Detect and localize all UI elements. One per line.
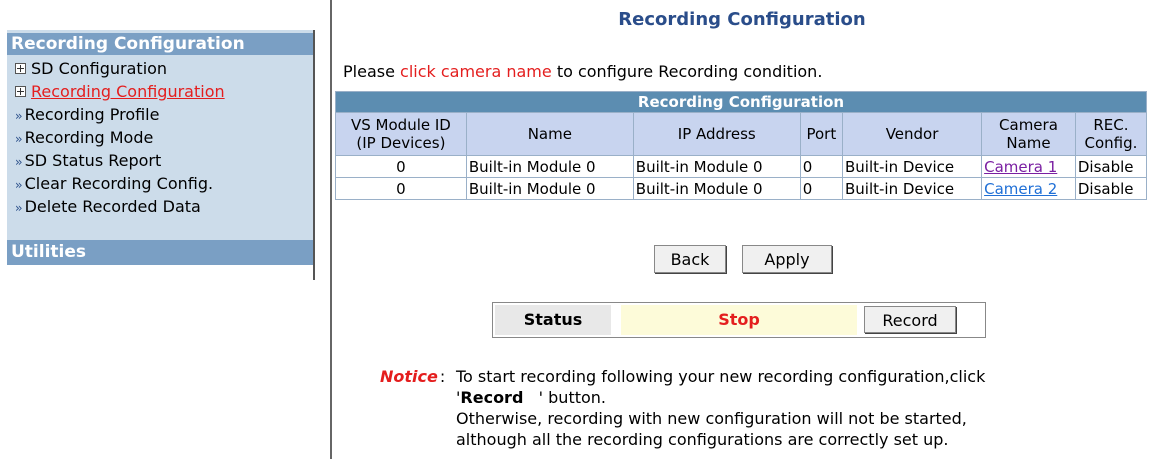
cell-name: Built-in Module 0: [465, 155, 634, 178]
instruction-prefix: Please: [343, 62, 401, 81]
double-arrow-icon: ››: [15, 132, 22, 146]
col-header-ip: IP Address: [632, 112, 801, 156]
recording-config-table: Recording Configuration VS Module ID (IP …: [335, 91, 1148, 200]
notice-label: Notice: [380, 367, 438, 386]
cell-camera: Camera 1: [981, 155, 1076, 178]
camera-2-link[interactable]: Camera 2: [984, 180, 1057, 198]
cell-port: 0: [799, 155, 843, 178]
notice-colon: :: [439, 367, 446, 386]
apply-button[interactable]: Apply: [742, 245, 832, 273]
instruction-text: Please click camera name to configure Re…: [343, 62, 822, 81]
sidebar-utilities-header[interactable]: Utilities: [7, 240, 313, 265]
col-header-vs-module: VS Module ID (IP Devices): [335, 112, 467, 156]
status-label: Status: [495, 305, 611, 335]
page-title: Recording Configuration: [618, 9, 866, 30]
double-arrow-icon: ››: [15, 155, 22, 169]
status-value: Stop: [621, 305, 857, 335]
sidebar-item-recording-configuration[interactable]: Recording Configuration: [15, 80, 313, 103]
double-arrow-icon: ››: [15, 201, 22, 215]
cell-rec-config: Disable: [1074, 155, 1148, 178]
table-row: 0 Built-in Module 0 Built-in Module 0 0 …: [335, 177, 1148, 200]
double-arrow-icon: ››: [15, 109, 22, 123]
sidebar-item-delete-recorded-data[interactable]: ›› Delete Recorded Data: [15, 195, 313, 218]
notice-line-4: although all the recording configuration…: [456, 430, 949, 449]
camera-1-link[interactable]: Camera 1: [984, 158, 1057, 176]
cell-vs-module-id: 0: [335, 177, 467, 200]
notice-record-keyword: Record: [460, 388, 524, 407]
cell-vendor: Built-in Device: [841, 177, 983, 200]
double-arrow-icon: ››: [15, 178, 22, 192]
notice-line-3: Otherwise, recording with new configurat…: [456, 409, 967, 428]
notice-block: Notice: To start recording following you…: [380, 366, 985, 449]
sidebar-item-label: SD Status Report: [24, 151, 162, 170]
cell-camera: Camera 2: [981, 177, 1076, 200]
col-header-rec-config: REC. Config.: [1074, 112, 1148, 156]
notice-line-2: 'Record ' button.: [456, 388, 607, 407]
sidebar-item-label: Recording Mode: [24, 128, 154, 147]
sidebar-item-label: Delete Recorded Data: [24, 197, 201, 216]
table-header-row: VS Module ID (IP Devices) Name IP Address…: [335, 112, 1148, 156]
cell-vendor: Built-in Device: [841, 155, 983, 178]
instruction-highlight: click camera name: [400, 62, 552, 81]
expand-plus-icon: [15, 86, 26, 97]
sidebar-item-sd-status-report[interactable]: ›› SD Status Report: [15, 149, 313, 172]
sidebar-item-recording-profile[interactable]: ›› Recording Profile: [15, 103, 313, 126]
expand-plus-icon: [15, 63, 26, 74]
col-header-camera-name: Camera Name: [981, 112, 1076, 156]
col-header-port: Port: [799, 112, 843, 156]
cell-port: 0: [799, 177, 843, 200]
col-header-vendor: Vendor: [841, 112, 983, 156]
cell-ip: Built-in Module 0: [632, 155, 801, 178]
sidebar-item-clear-recording-config[interactable]: ›› Clear Recording Config.: [15, 172, 313, 195]
sidebar-item-label: Recording Profile: [24, 105, 160, 124]
col-header-name: Name: [465, 112, 634, 156]
sidebar-item-sd-configuration[interactable]: SD Configuration: [15, 57, 313, 80]
back-button[interactable]: Back: [654, 245, 726, 273]
sidebar-item-recording-mode[interactable]: ›› Recording Mode: [15, 126, 313, 149]
cell-vs-module-id: 0: [335, 155, 467, 178]
sidebar-item-label: SD Configuration: [31, 59, 168, 78]
notice-body: To start recording following your new re…: [456, 366, 1153, 450]
table-row: 0 Built-in Module 0 Built-in Module 0 0 …: [335, 155, 1148, 178]
cell-ip: Built-in Module 0: [632, 177, 801, 200]
sidebar-utilities-body: [7, 265, 313, 280]
table-caption: Recording Configuration: [335, 91, 1147, 113]
sidebar-menu: SD Configuration Recording Configuration…: [15, 57, 313, 218]
sidebar: Recording Configuration SD Configuration…: [7, 30, 315, 280]
sidebar-item-label: Recording Configuration: [31, 82, 225, 101]
sidebar-item-label: Clear Recording Config.: [24, 174, 214, 193]
record-button[interactable]: Record: [864, 306, 956, 333]
frame-divider: [330, 0, 332, 459]
sidebar-section-title: Recording Configuration: [7, 33, 313, 55]
cell-rec-config: Disable: [1074, 177, 1148, 200]
notice-line-1: To start recording following your new re…: [456, 367, 986, 386]
instruction-suffix: to configure Recording condition.: [551, 62, 823, 81]
cell-name: Built-in Module 0: [465, 177, 634, 200]
